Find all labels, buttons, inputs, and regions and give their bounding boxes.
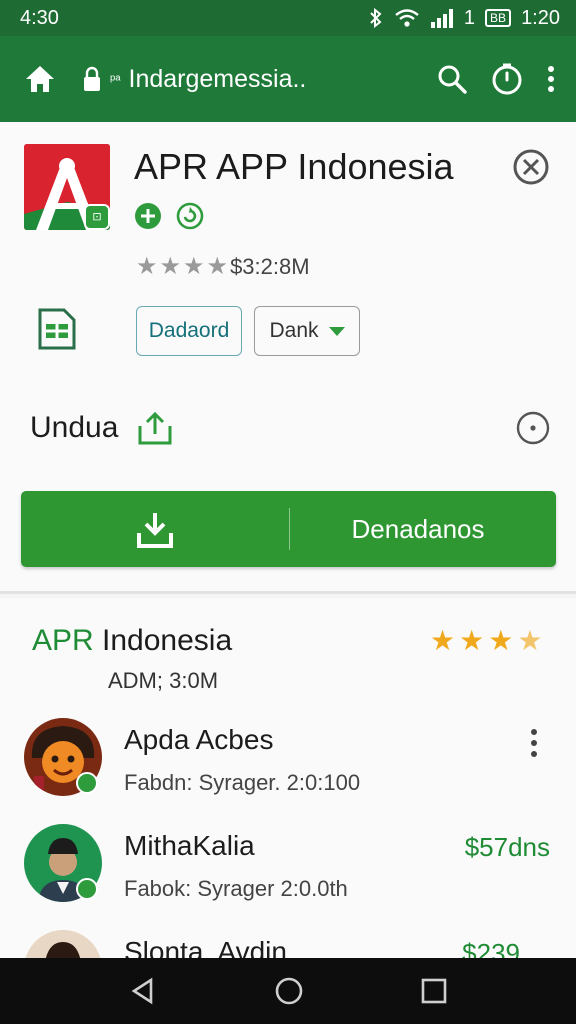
star-icon: ★ [206, 253, 229, 280]
dropdown-chip[interactable]: Dank [254, 306, 360, 356]
rating-line: ★ ★ ★ ★ $3:2:8M [136, 252, 310, 281]
search-icon[interactable] [436, 63, 468, 95]
app-detail-card: ⊡ APR APP Indonesia ★ ★ ★ ★ $3:2:8M Dada… [0, 122, 576, 594]
download-icon [137, 513, 173, 548]
list-item[interactable]: MithaKalia Fabok: Syrager 2:0.0th $57dns [24, 824, 564, 908]
home-button[interactable] [20, 59, 60, 99]
signal-count: 1 [463, 6, 476, 29]
refresh-icon[interactable] [176, 202, 204, 230]
review-meta: Fabok: Syrager 2:0.0th [124, 876, 348, 901]
review-price: $239 [462, 938, 520, 958]
section-subtitle: ADM; 3:0M [108, 668, 219, 693]
timer-icon[interactable] [490, 62, 524, 96]
review-name: Apda Acbes [124, 724, 274, 755]
online-badge [76, 772, 98, 794]
more-vert-icon[interactable] [546, 64, 556, 94]
add-circle-icon[interactable] [134, 202, 162, 230]
online-badge [76, 878, 98, 900]
star-icon: ★ [459, 625, 485, 656]
signal-icon [430, 9, 453, 28]
star-icon: ★ [488, 625, 514, 656]
status-time-right: 1:20 [521, 6, 560, 29]
status-icons: 1 BB 1:20 [368, 7, 560, 30]
app-title: APR APP Indonesia [134, 146, 454, 187]
star-icon: ★ [159, 253, 182, 280]
section-title-brand: APR [32, 624, 94, 657]
bluetooth-icon [370, 8, 382, 28]
recents-icon[interactable] [421, 978, 447, 1004]
download-icon-area [21, 491, 289, 567]
rating-text: $3:2:8M [230, 253, 310, 279]
share-icon[interactable] [136, 410, 174, 446]
section-title-rest: Indonesia [93, 624, 233, 657]
review-price: $57dns [464, 832, 550, 862]
star-icon: ★ [183, 253, 205, 280]
app-icon: ⊡ [24, 144, 110, 230]
lock-icon [84, 66, 100, 91]
section-rating: ★ ★ ★ ★ [430, 624, 542, 657]
unduh-label: Undua [30, 411, 119, 444]
home-circle-icon[interactable] [274, 976, 304, 1006]
chevron-down-icon [328, 326, 345, 336]
app-bar-actions [436, 62, 556, 96]
info-icon[interactable] [516, 411, 550, 445]
review-name: Slonta. Avdin [124, 936, 287, 958]
review-meta: Fabdn: Syrager. 2:0:100 [124, 770, 361, 795]
reviews-card: APR Indonesia ★ ★ ★ ★ ADM; 3:0M Apda Acb… [0, 598, 576, 958]
section-title: APR Indonesia [32, 624, 232, 658]
dropdown-chip-label: Dank [269, 319, 319, 342]
more-vert-icon[interactable] [524, 726, 544, 760]
url-prefix: ᵖᵃ [110, 71, 121, 87]
url-bar[interactable]: ᵖᵃ Indargemessia.. [82, 65, 372, 94]
url-text: Indargemessia.. [128, 64, 307, 93]
close-icon[interactable] [512, 148, 550, 186]
unduh-row: Undua [30, 406, 550, 450]
download-button[interactable]: Denadanos [21, 491, 556, 567]
star-half-icon: ★ [517, 625, 543, 656]
battery-icon: BB [485, 9, 512, 27]
review-name: MithaKalia [124, 830, 255, 861]
document-add-icon[interactable] [34, 306, 80, 352]
chip-outline-button[interactable]: Dadaord [136, 306, 242, 356]
back-icon[interactable] [129, 977, 157, 1005]
app-bar: ᵖᵃ Indargemessia.. [0, 36, 576, 122]
list-item[interactable]: Apda Acbes Fabdn: Syrager. 2:0:100 [24, 718, 564, 802]
avatar-person-icon [24, 930, 102, 958]
app-icon-badge: ⊡ [84, 204, 110, 230]
star-icon: ★ [136, 253, 158, 280]
wifi-icon [395, 9, 419, 27]
status-time-left: 4:30 [20, 6, 59, 29]
avatar [24, 930, 102, 958]
star-icon: ★ [430, 625, 456, 656]
download-label: Denadanos [351, 513, 485, 544]
app-quick-actions [134, 202, 204, 230]
status-bar: 4:30 1 BB 1:20 [0, 0, 576, 36]
system-nav-bar [0, 958, 576, 1024]
home-icon [26, 66, 54, 92]
list-item[interactable]: Slonta. Avdin $239 [24, 930, 564, 958]
